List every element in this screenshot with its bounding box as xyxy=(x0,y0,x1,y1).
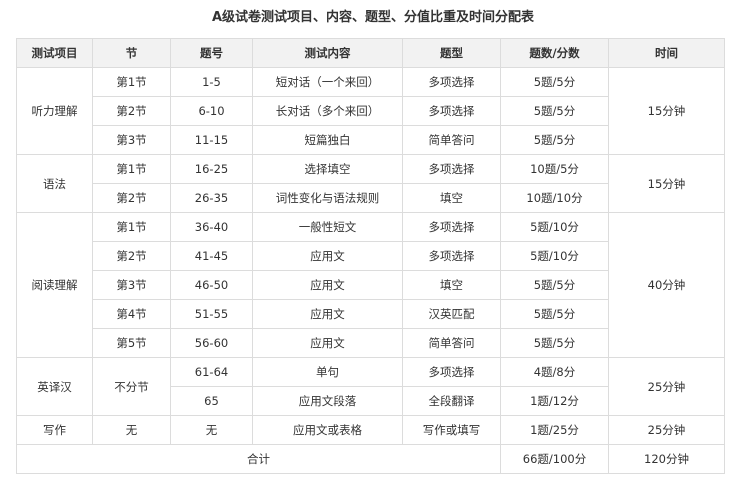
header-question-type: 题型 xyxy=(402,38,501,68)
number-cell: 46-50 xyxy=(170,270,253,300)
score-cell: 5题/10分 xyxy=(500,212,609,242)
number-cell: 11-15 xyxy=(170,125,253,155)
section-cell: 第1节 xyxy=(92,154,171,184)
section-cell: 第4节 xyxy=(92,299,171,329)
table-title: A级试卷测试项目、内容、题型、分值比重及时间分配表 xyxy=(211,10,535,25)
number-cell: 61-64 xyxy=(170,357,253,387)
number-cell: 56-60 xyxy=(170,328,253,358)
number-cell: 41-45 xyxy=(170,241,253,271)
table-row: 写作 无 无 应用文或表格 写作或填写 1题/25分 25分钟 xyxy=(16,415,725,445)
total-label: 合计 xyxy=(16,444,501,474)
time-cell: 40分钟 xyxy=(608,212,725,358)
number-cell: 6-10 xyxy=(170,96,253,126)
score-cell: 5题/5分 xyxy=(500,96,609,126)
type-cell: 全段翻译 xyxy=(402,386,501,416)
content-cell: 应用文或表格 xyxy=(252,415,403,445)
section-cell: 第1节 xyxy=(92,67,171,97)
type-cell: 填空 xyxy=(402,270,501,300)
section-cell: 第2节 xyxy=(92,183,171,213)
score-cell: 10题/10分 xyxy=(500,183,609,213)
total-score: 66题/100分 xyxy=(500,444,609,474)
type-cell: 多项选择 xyxy=(402,241,501,271)
content-cell: 选择填空 xyxy=(252,154,403,184)
content-cell: 单句 xyxy=(252,357,403,387)
content-cell: 应用文 xyxy=(252,328,403,358)
content-cell: 应用文段落 xyxy=(252,386,403,416)
number-cell: 65 xyxy=(170,386,253,416)
time-cell: 15分钟 xyxy=(608,67,725,155)
section-cell: 第2节 xyxy=(92,96,171,126)
number-cell: 16-25 xyxy=(170,154,253,184)
type-cell: 简单答问 xyxy=(402,125,501,155)
test-item-cell: 阅读理解 xyxy=(16,212,93,358)
section-cell: 不分节 xyxy=(92,357,171,416)
total-time: 120分钟 xyxy=(608,444,725,474)
type-cell: 多项选择 xyxy=(402,67,501,97)
score-cell: 5题/10分 xyxy=(500,241,609,271)
table-row: 听力理解 第1节 1-5 短对话（一个来回） 多项选择 5题/5分 15分钟 xyxy=(16,67,725,155)
test-item-cell: 语法 xyxy=(16,154,93,213)
header-test-item: 测试项目 xyxy=(16,38,93,68)
section-cell: 第5节 xyxy=(92,328,171,358)
header-test-content: 测试内容 xyxy=(252,38,403,68)
content-cell: 长对话（多个来回） xyxy=(252,96,403,126)
score-cell: 5题/5分 xyxy=(500,270,609,300)
table-row: 语法 第1节 16-25 选择填空 多项选择 10题/5分 15分钟 xyxy=(16,154,725,213)
content-cell: 一般性短文 xyxy=(252,212,403,242)
header-time: 时间 xyxy=(608,38,725,68)
type-cell: 写作或填写 xyxy=(402,415,501,445)
section-cell: 第3节 xyxy=(92,270,171,300)
type-cell: 填空 xyxy=(402,183,501,213)
content-cell: 短对话（一个来回） xyxy=(252,67,403,97)
test-item-cell: 英译汉 xyxy=(16,357,93,416)
score-cell: 5题/5分 xyxy=(500,299,609,329)
score-cell: 5题/5分 xyxy=(500,67,609,97)
content-cell: 应用文 xyxy=(252,299,403,329)
section-cell: 第1节 xyxy=(92,212,171,242)
score-cell: 1题/25分 xyxy=(500,415,609,445)
header-section: 节 xyxy=(92,38,171,68)
content-cell: 短篇独白 xyxy=(252,125,403,155)
time-cell: 15分钟 xyxy=(608,154,725,213)
score-cell: 1题/12分 xyxy=(500,386,609,416)
header-count-score: 题数/分数 xyxy=(500,38,609,68)
type-cell: 多项选择 xyxy=(402,96,501,126)
header-row: 测试项目 节 题号 测试内容 题型 题数/分数 时间 xyxy=(16,38,725,68)
test-item-cell: 写作 xyxy=(16,415,93,445)
number-cell: 1-5 xyxy=(170,67,253,97)
table-row: 英译汉 不分节 61-64 单句 多项选择 4题/8分 25分钟 xyxy=(16,357,725,416)
type-cell: 简单答问 xyxy=(402,328,501,358)
time-cell: 25分钟 xyxy=(608,357,725,416)
time-cell: 25分钟 xyxy=(608,415,725,445)
number-cell: 51-55 xyxy=(170,299,253,329)
section-cell: 第2节 xyxy=(92,241,171,271)
header-question-number: 题号 xyxy=(170,38,253,68)
score-cell: 5题/5分 xyxy=(500,125,609,155)
type-cell: 多项选择 xyxy=(402,154,501,184)
content-cell: 应用文 xyxy=(252,270,403,300)
score-cell: 10题/5分 xyxy=(500,154,609,184)
section-cell: 无 xyxy=(92,415,171,445)
section-cell: 第3节 xyxy=(92,125,171,155)
test-item-cell: 听力理解 xyxy=(16,67,93,155)
type-cell: 多项选择 xyxy=(402,357,501,387)
score-cell: 5题/5分 xyxy=(500,328,609,358)
total-row: 合计 66题/100分 120分钟 xyxy=(16,444,725,474)
content-cell: 应用文 xyxy=(252,241,403,271)
number-cell: 26-35 xyxy=(170,183,253,213)
content-cell: 词性变化与语法规则 xyxy=(252,183,403,213)
table-row: 阅读理解 第1节 36-40 一般性短文 多项选择 5题/10分 40分钟 xyxy=(16,212,725,358)
number-cell: 36-40 xyxy=(170,212,253,242)
allocation-table: 测试项目 节 题号 测试内容 题型 题数/分数 时间 听力理解 第1节 1-5 … xyxy=(16,38,725,474)
type-cell: 汉英匹配 xyxy=(402,299,501,329)
type-cell: 多项选择 xyxy=(402,212,501,242)
number-cell: 无 xyxy=(170,415,253,445)
score-cell: 4题/8分 xyxy=(500,357,609,387)
